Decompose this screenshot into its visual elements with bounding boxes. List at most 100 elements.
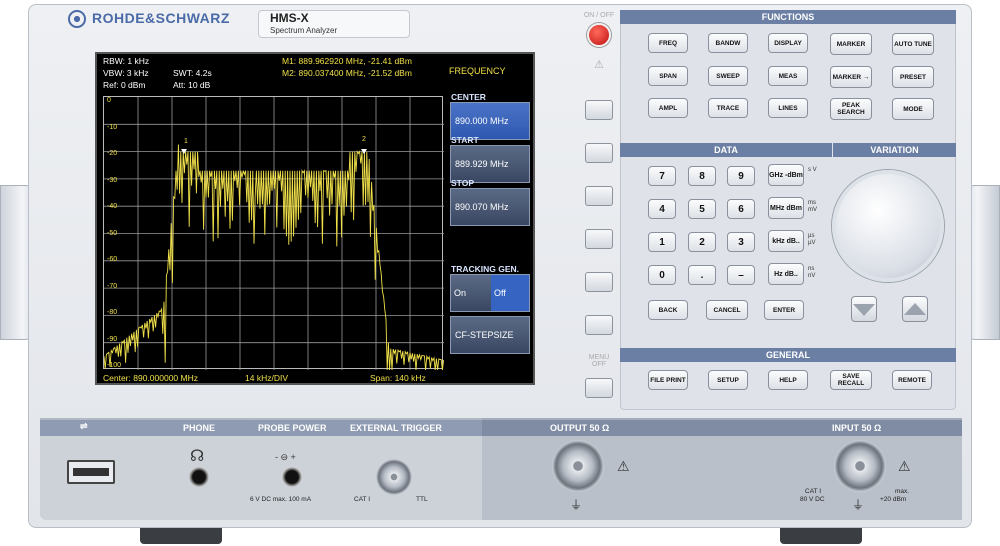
softkey-start-value: 889.929 MHz [455, 159, 509, 169]
general-heading: GENERAL [620, 348, 956, 362]
digit-key[interactable]: 6 [727, 199, 755, 219]
variation-knob[interactable] [832, 170, 944, 282]
power-button[interactable] [587, 23, 611, 47]
unit-side-label: µs µV [808, 233, 816, 246]
hw-softkey-2[interactable] [585, 143, 613, 163]
digit-key[interactable]: 9 [727, 166, 755, 186]
softkey-center-title: CENTER [451, 92, 486, 102]
y-tick-label: -70 [107, 282, 118, 290]
output-connector[interactable] [552, 440, 604, 492]
y-tick-label: -40 [107, 203, 118, 210]
spectrum-plot-svg [103, 97, 445, 371]
softkey-stop[interactable]: 890.070 MHz [450, 188, 530, 226]
phone-jack[interactable] [189, 467, 209, 487]
power-warning-icon: ⚠ [594, 59, 604, 71]
unit-key[interactable]: GHz -dBm [768, 164, 804, 186]
digit-key[interactable]: 2 [688, 232, 716, 252]
input-label: INPUT 50 Ω [832, 423, 882, 433]
action-button-back[interactable]: BACK [648, 300, 688, 320]
ext-trigger-ttl: TTL [416, 496, 428, 503]
softkey-stop-title: STOP [451, 178, 474, 188]
function-button-marker[interactable]: MARKER → [830, 66, 872, 88]
polarity-icon: - ⊖ + [275, 452, 296, 462]
hw-softkey-6[interactable] [585, 315, 613, 335]
brand-logo-icon [68, 10, 86, 28]
input-dbm: +20 dBm [880, 496, 907, 503]
general-button-help[interactable]: HELP [768, 370, 808, 390]
y-tick-label: -30 [107, 176, 118, 184]
digit-key[interactable]: 3 [727, 232, 755, 252]
unit-key[interactable]: MHz dBm [768, 197, 804, 219]
function-button-trace[interactable]: TRACE [708, 98, 748, 118]
function-button-sweep[interactable]: SWEEP [708, 66, 748, 86]
function-button-meas[interactable]: MEAS [768, 66, 808, 86]
unit-side-label: ms mV [808, 200, 817, 213]
spectrum-plot [103, 96, 445, 371]
hw-softkey-5[interactable] [585, 272, 613, 292]
center-footer: Center: 890.000000 MHz [103, 373, 198, 383]
function-button-span[interactable]: SPAN [648, 66, 688, 86]
y-tick-label: -10 [107, 123, 118, 131]
function-button-freq[interactable]: FREQ [648, 33, 688, 53]
off-label: OFF [592, 361, 606, 368]
function-button-display[interactable]: DISPLAY [768, 33, 808, 53]
general-button-remote[interactable]: REMOTE [892, 370, 932, 390]
function-button-preset[interactable]: PRESET [892, 66, 934, 88]
y-tick-label: -100 [107, 362, 122, 369]
function-button-peak-search[interactable]: PEAK SEARCH [830, 98, 872, 120]
digit-key[interactable]: 1 [648, 232, 676, 252]
action-button-enter[interactable]: ENTER [764, 300, 804, 320]
hw-softkey-4[interactable] [585, 229, 613, 249]
y-tick-label: 0 [107, 97, 111, 104]
external-trigger-label: EXTERNAL TRIGGER [350, 423, 442, 433]
unit-key[interactable]: Hz dB.. [768, 263, 804, 285]
softkey-start-title: START [451, 135, 479, 145]
external-trigger-connector[interactable] [376, 459, 412, 495]
function-button-mode[interactable]: MODE [892, 98, 934, 120]
output-warning-icon: ⚠ [617, 458, 630, 474]
digit-key[interactable]: 0 [648, 265, 676, 285]
output-ground-icon: ⏚ [570, 498, 583, 512]
function-button-bandw[interactable]: BANDW [708, 33, 748, 53]
digit-key[interactable]: 5 [688, 199, 716, 219]
general-button-save-recall[interactable]: SAVE RECALL [830, 370, 872, 390]
tracking-on-label: On [454, 288, 467, 298]
input-ground-icon: ⏚ [852, 498, 865, 512]
hw-softkey-1[interactable] [585, 100, 613, 120]
digit-key[interactable]: . [688, 265, 716, 285]
att-readout: Att: 10 dB [173, 80, 211, 90]
softkey-tracking-title: TRACKING GEN. [451, 264, 519, 274]
ext-trigger-cat: CAT I [354, 496, 371, 503]
probe-power-jack[interactable] [282, 467, 302, 487]
menu-off-button[interactable] [585, 378, 613, 398]
ref-readout: Ref: 0 dBm [103, 80, 146, 90]
marker2-label: 2 [362, 136, 366, 143]
function-button-auto-tune[interactable]: AUTO TUNE [892, 33, 934, 55]
function-button-ampl[interactable]: AMPL [648, 98, 688, 118]
vbw-readout: VBW: 3 kHz [103, 68, 149, 78]
usb-port[interactable] [67, 460, 115, 484]
output-label: OUTPUT 50 Ω [550, 423, 610, 433]
tracking-off-label: Off [491, 275, 529, 311]
function-button-lines[interactable]: LINES [768, 98, 808, 118]
functions-heading: FUNCTIONS [620, 10, 956, 24]
unit-key[interactable]: kHz dB.. [768, 230, 804, 252]
softkey-cf-stepsize[interactable]: CF-STEPSIZE [450, 316, 530, 354]
div-footer: 14 kHz/DIV [245, 373, 288, 383]
variation-up-button[interactable] [902, 296, 928, 322]
unit-side-label: s V [808, 167, 817, 173]
softkey-tracking-gen[interactable]: On Off [450, 274, 530, 312]
hw-softkey-3[interactable] [585, 186, 613, 206]
digit-key[interactable]: 4 [648, 199, 676, 219]
digit-key[interactable]: 8 [688, 166, 716, 186]
unit-side-label: ns nV [808, 266, 816, 279]
general-button-setup[interactable]: SETUP [708, 370, 748, 390]
variation-down-button[interactable] [851, 296, 877, 322]
action-button-cancel[interactable]: CANCEL [706, 300, 748, 320]
function-button-marker[interactable]: MARKER [830, 33, 872, 55]
digit-key[interactable]: 7 [648, 166, 676, 186]
marker1-label: 1 [184, 138, 188, 145]
digit-key[interactable]: – [727, 265, 755, 285]
general-button-file-print[interactable]: FILE PRINT [648, 370, 688, 390]
input-connector[interactable] [834, 440, 886, 492]
